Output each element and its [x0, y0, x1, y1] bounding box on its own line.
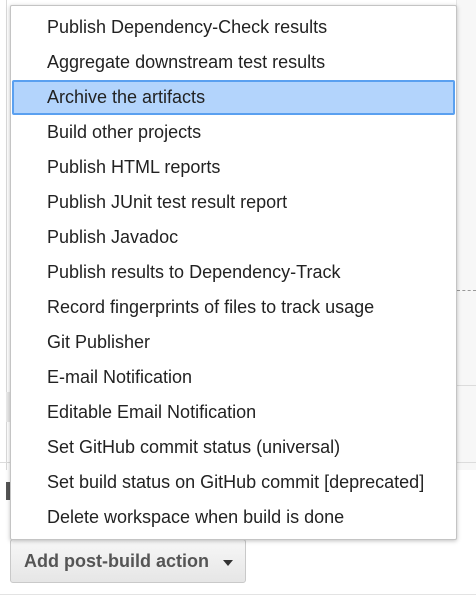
background-panel — [456, 0, 476, 470]
menu-item-publish-junit[interactable]: Publish JUnit test result report — [12, 185, 455, 220]
menu-item-publish-dependency-check[interactable]: Publish Dependency-Check results — [12, 10, 455, 45]
menu-item-aggregate-downstream[interactable]: Aggregate downstream test results — [12, 45, 455, 80]
menu-item-delete-workspace[interactable]: Delete workspace when build is done — [12, 500, 455, 535]
menu-item-archive-artifacts[interactable]: Archive the artifacts — [12, 80, 455, 115]
menu-item-email-notification[interactable]: E-mail Notification — [12, 360, 455, 395]
caret-down-icon — [223, 560, 233, 566]
add-post-build-action-button[interactable]: Add post-build action — [10, 539, 246, 583]
menu-item-build-other-projects[interactable]: Build other projects — [12, 115, 455, 150]
menu-item-editable-email-notification[interactable]: Editable Email Notification — [12, 395, 455, 430]
menu-item-publish-javadoc[interactable]: Publish Javadoc — [12, 220, 455, 255]
background-dashed-line — [457, 290, 476, 291]
add-post-build-action-label: Add post-build action — [24, 550, 209, 571]
menu-item-github-build-status-deprecated[interactable]: Set build status on GitHub commit [depre… — [12, 465, 455, 500]
menu-item-publish-html-reports[interactable]: Publish HTML reports — [12, 150, 455, 185]
menu-item-record-fingerprints[interactable]: Record fingerprints of files to track us… — [12, 290, 455, 325]
post-build-action-menu: Publish Dependency-Check results Aggrega… — [10, 5, 457, 540]
menu-item-github-commit-status[interactable]: Set GitHub commit status (universal) — [12, 430, 455, 465]
menu-item-publish-dependency-track[interactable]: Publish results to Dependency-Track — [12, 255, 455, 290]
menu-item-git-publisher[interactable]: Git Publisher — [12, 325, 455, 360]
background-divider — [457, 385, 476, 386]
background-divider — [0, 594, 476, 595]
